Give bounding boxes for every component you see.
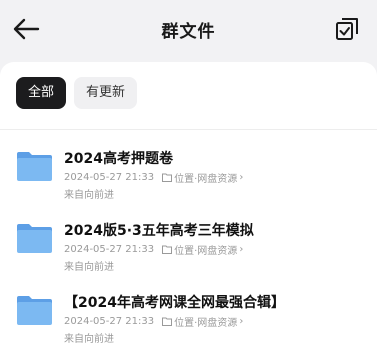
location-folder-icon (162, 173, 173, 182)
filter-updated-tab[interactable]: 有更新 (74, 77, 138, 109)
file-location[interactable]: 位置·网盘资源 (174, 242, 237, 257)
file-name: 【2024年高考网课全网最强合辑】 (64, 295, 285, 311)
multi-select-button[interactable] (335, 17, 359, 41)
file-meta: 2024-05-27 21:33 位置·网盘资源 › (64, 242, 243, 257)
chevron-right-icon: › (239, 316, 244, 327)
file-item[interactable]: 2024高考押题卷 2024-05-27 21:33 位置·网盘资源 › 来自向… (0, 142, 377, 214)
file-location[interactable]: 位置·网盘资源 (174, 170, 237, 185)
location-folder-icon (162, 245, 173, 254)
folder-icon (17, 152, 52, 181)
file-item[interactable]: 【2024年高考网课全网最强合辑】 2024-05-27 21:33 位置·网盘… (0, 286, 377, 352)
file-uploader: 来自向前进 (64, 262, 114, 273)
file-meta: 2024-05-27 21:33 位置·网盘资源 › (64, 314, 243, 329)
file-name: 2024版5·3五年高考三年模拟 (64, 223, 254, 239)
location-folder-icon (162, 317, 173, 326)
filter-tabs: 全部 有更新 (16, 77, 138, 109)
group-files-screen: 群文件 全部 有更新 2024高考押题卷 2024-05-27 21:33 位置… (0, 0, 377, 352)
multi-select-icon (336, 18, 358, 40)
top-bar: 群文件 (0, 0, 377, 58)
file-time: 2024-05-27 21:33 (64, 172, 155, 183)
divider (0, 129, 377, 130)
folder-icon (17, 224, 52, 253)
file-time: 2024-05-27 21:33 (64, 316, 155, 327)
folder-icon (17, 296, 52, 325)
file-uploader: 来自向前进 (64, 190, 114, 201)
file-list: 2024高考押题卷 2024-05-27 21:33 位置·网盘资源 › 来自向… (0, 142, 377, 352)
file-location[interactable]: 位置·网盘资源 (174, 314, 237, 329)
file-uploader: 来自向前进 (64, 334, 114, 345)
file-name: 2024高考押题卷 (64, 151, 173, 167)
file-meta: 2024-05-27 21:33 位置·网盘资源 › (64, 170, 243, 185)
file-list-panel: 全部 有更新 2024高考押题卷 2024-05-27 21:33 位置·网盘资… (0, 62, 377, 352)
page-title: 群文件 (161, 22, 216, 42)
filter-all-tab[interactable]: 全部 (16, 77, 67, 109)
file-time: 2024-05-27 21:33 (64, 244, 155, 255)
file-item[interactable]: 2024版5·3五年高考三年模拟 2024-05-27 21:33 位置·网盘资… (0, 214, 377, 286)
chevron-right-icon: › (239, 172, 244, 183)
chevron-right-icon: › (239, 244, 244, 255)
